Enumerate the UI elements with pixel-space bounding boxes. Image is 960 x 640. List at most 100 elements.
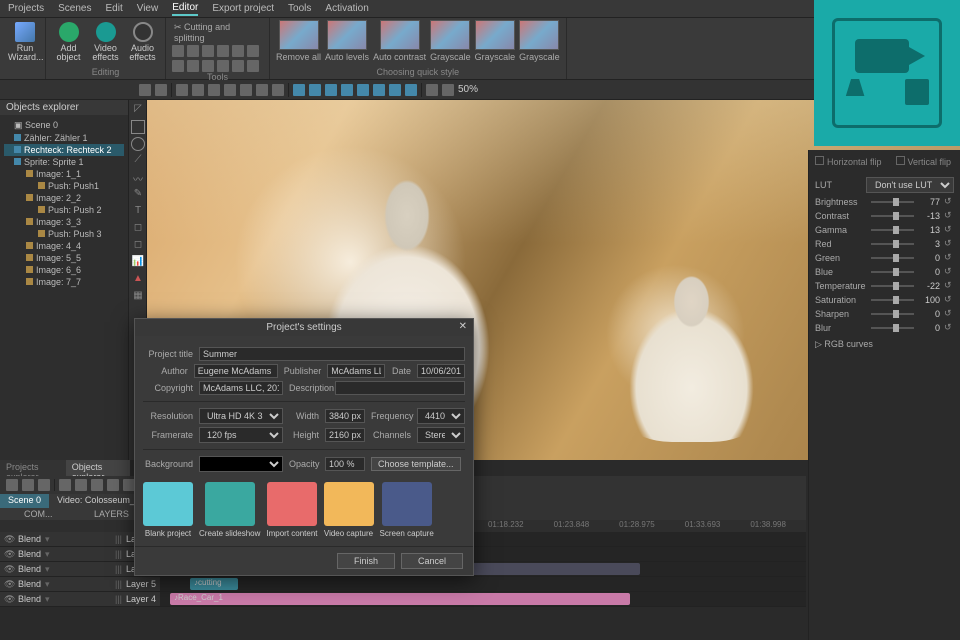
visibility-icon[interactable]: 👁: [4, 579, 14, 590]
menu-projects[interactable]: Projects: [8, 3, 44, 14]
style-thumb[interactable]: [279, 20, 319, 50]
toolbar-icon[interactable]: [224, 84, 236, 96]
track-body[interactable]: ♪Race_Car_1: [160, 592, 806, 606]
timeline-scene-tab[interactable]: Scene 0: [0, 494, 49, 508]
style-thumb[interactable]: [380, 20, 420, 50]
tree-item[interactable]: Zähler: Zähler 1: [4, 132, 124, 144]
timeline-tool-icon[interactable]: [22, 479, 34, 491]
tool-icon[interactable]: [247, 60, 259, 72]
visibility-icon[interactable]: 👁: [4, 594, 14, 605]
video-effects-button[interactable]: Video effects: [89, 20, 122, 64]
publisher-input[interactable]: [327, 364, 385, 378]
tree-item[interactable]: Image: 6_6: [4, 264, 124, 276]
template-video-capture[interactable]: Video capture: [324, 482, 374, 538]
tree-item[interactable]: Push: Push1: [4, 180, 124, 192]
tree-item[interactable]: Push: Push 2: [4, 204, 124, 216]
tool-icon[interactable]: [172, 60, 184, 72]
description-input[interactable]: [335, 381, 465, 395]
timeline-tool-icon[interactable]: [59, 479, 71, 491]
toolbar-icon[interactable]: [208, 84, 220, 96]
tool-icon[interactable]: [187, 45, 199, 57]
tool-icon[interactable]: [217, 45, 229, 57]
line-icon[interactable]: ⟋: [131, 154, 145, 168]
sharpen-slider[interactable]: [871, 313, 914, 315]
finish-button[interactable]: Finish: [337, 553, 395, 569]
red-slider[interactable]: [871, 243, 914, 245]
gamma-slider[interactable]: [871, 229, 914, 231]
blur-slider[interactable]: [871, 327, 914, 329]
reset-icon[interactable]: ↺: [944, 294, 954, 305]
opacity-input[interactable]: [325, 457, 365, 471]
tree-item[interactable]: Push: Push 3: [4, 228, 124, 240]
channels-select[interactable]: Stereo: [417, 427, 465, 443]
toolbar-icon[interactable]: [192, 84, 204, 96]
timeline-tool-icon[interactable]: [75, 479, 87, 491]
timeline-clip[interactable]: ♪cutting: [190, 578, 238, 590]
menu-view[interactable]: View: [137, 3, 159, 14]
tooltip-icon[interactable]: ◻: [131, 222, 145, 236]
contrast-slider[interactable]: [871, 215, 914, 217]
text-icon[interactable]: T: [131, 205, 145, 219]
zoom-value[interactable]: 50%: [458, 84, 478, 95]
align-icon[interactable]: [341, 84, 353, 96]
cancel-button[interactable]: Cancel: [401, 553, 463, 569]
template-import-content[interactable]: Import content: [266, 482, 317, 538]
timeline-clip[interactable]: ♪Race_Car_1: [170, 593, 630, 605]
toolbar-icon[interactable]: [426, 84, 438, 96]
image-icon[interactable]: ▦: [131, 290, 145, 304]
reset-icon[interactable]: ↺: [944, 210, 954, 221]
resolution-select[interactable]: Ultra HD 4K 3840x2160 pixels (16:9): [199, 408, 283, 424]
tool-icon[interactable]: [202, 45, 214, 57]
frequency-select[interactable]: 44100 Hz: [417, 408, 465, 424]
reset-icon[interactable]: ↺: [944, 280, 954, 291]
toolbar-icon[interactable]: [442, 84, 454, 96]
tree-item[interactable]: Image: 5_5: [4, 252, 124, 264]
tree-item[interactable]: Image: 1_1: [4, 168, 124, 180]
tool-icon[interactable]: [172, 45, 184, 57]
tool-icon[interactable]: [247, 45, 259, 57]
align-icon[interactable]: [357, 84, 369, 96]
run-wizard-button[interactable]: Run Wizard...: [6, 20, 44, 64]
style-thumb[interactable]: [519, 20, 559, 50]
tree-item[interactable]: Image: 4_4: [4, 240, 124, 252]
background-select[interactable]: [199, 456, 283, 472]
align-icon[interactable]: [373, 84, 385, 96]
tool-icon[interactable]: [217, 60, 229, 72]
visibility-icon[interactable]: 👁: [4, 534, 14, 545]
copyright-input[interactable]: [199, 381, 283, 395]
height-input[interactable]: [325, 428, 365, 442]
lut-select[interactable]: Don't use LUT: [866, 177, 954, 193]
align-icon[interactable]: [293, 84, 305, 96]
toolbar-icon[interactable]: [176, 84, 188, 96]
menu-scenes[interactable]: Scenes: [58, 3, 91, 14]
vertical-flip-checkbox[interactable]: Vertical flip: [896, 156, 952, 167]
redo-icon[interactable]: [155, 84, 167, 96]
reset-icon[interactable]: ↺: [944, 252, 954, 263]
green-slider[interactable]: [871, 257, 914, 259]
brightness-slider[interactable]: [871, 201, 914, 203]
reset-icon[interactable]: ↺: [944, 266, 954, 277]
reset-icon[interactable]: ↺: [944, 196, 954, 207]
pen-icon[interactable]: ✎: [131, 188, 145, 202]
track-body[interactable]: ♪cutting: [160, 577, 806, 591]
template-blank-project[interactable]: Blank project: [143, 482, 193, 538]
tool-icon[interactable]: [187, 60, 199, 72]
reset-icon[interactable]: ↺: [944, 322, 954, 333]
tool-icon[interactable]: [232, 60, 244, 72]
visibility-icon[interactable]: 👁: [4, 564, 14, 575]
menu-export-project[interactable]: Export project: [212, 3, 274, 14]
audio-icon[interactable]: ▲: [131, 273, 145, 287]
author-input[interactable]: [194, 364, 278, 378]
toolbar-icon[interactable]: [272, 84, 284, 96]
tree-item[interactable]: Rechteck: Rechteck 2: [4, 144, 124, 156]
tree-item[interactable]: Image: 2_2: [4, 192, 124, 204]
pointer-icon[interactable]: ◸: [131, 103, 145, 117]
counter-icon[interactable]: ◻: [131, 239, 145, 253]
date-input[interactable]: [417, 364, 465, 378]
tree-item[interactable]: Sprite: Sprite 1: [4, 156, 124, 168]
reset-icon[interactable]: ↺: [944, 224, 954, 235]
tool-icon[interactable]: [232, 45, 244, 57]
close-icon[interactable]: ✕: [459, 321, 467, 332]
style-thumb[interactable]: [475, 20, 515, 50]
menu-editor[interactable]: Editor: [172, 2, 198, 16]
